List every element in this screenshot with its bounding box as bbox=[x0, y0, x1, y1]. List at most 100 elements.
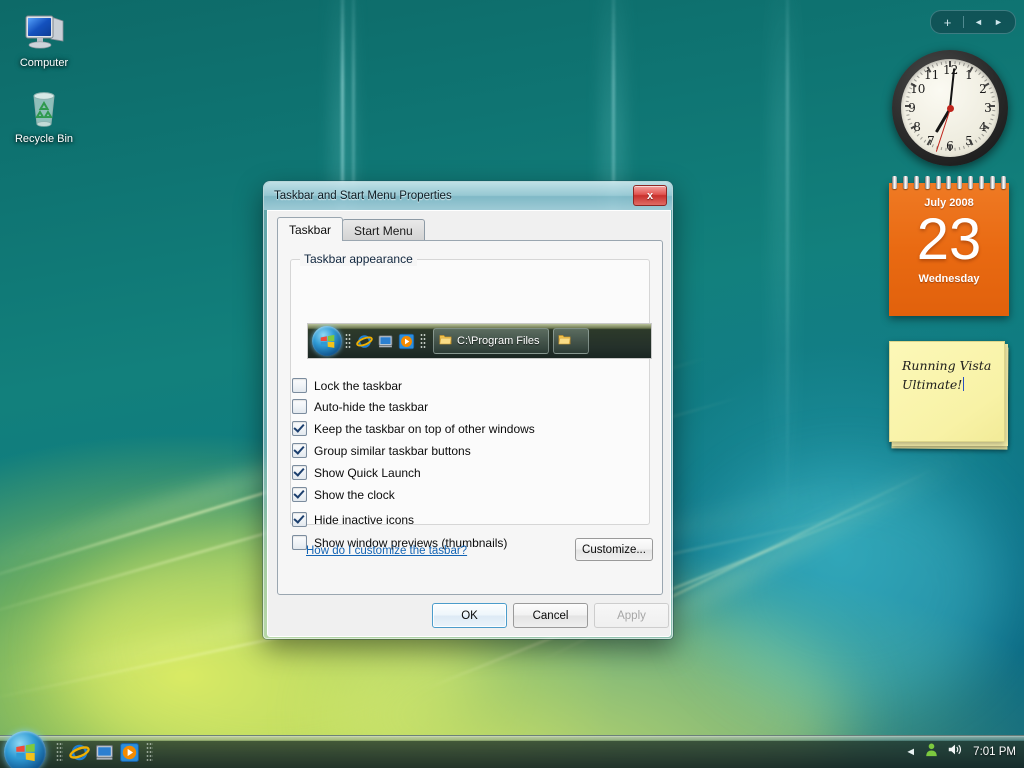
clock-tick bbox=[944, 61, 947, 65]
option-row[interactable]: Show Quick Launch bbox=[278, 465, 662, 480]
clock-tick bbox=[949, 61, 951, 67]
taskbar-grip[interactable] bbox=[146, 742, 153, 762]
calendar-ring bbox=[1001, 176, 1007, 189]
clock-tick bbox=[905, 96, 910, 98]
checkbox[interactable] bbox=[292, 535, 307, 550]
clock-tick bbox=[988, 87, 992, 90]
cancel-button[interactable]: Cancel bbox=[513, 603, 588, 628]
option-row[interactable]: Keep the taskbar on top of other windows bbox=[278, 421, 662, 436]
clock-tick bbox=[953, 61, 956, 65]
option-label: Show the clock bbox=[314, 487, 395, 502]
add-gadget-icon[interactable]: + bbox=[938, 16, 958, 29]
checkbox[interactable] bbox=[292, 399, 307, 414]
tab-start-menu[interactable]: Start Menu bbox=[342, 219, 425, 241]
option-label: Group similar taskbar buttons bbox=[314, 443, 471, 458]
text-cursor bbox=[963, 377, 965, 391]
quick-launch-bar bbox=[52, 742, 157, 763]
calendar-ring bbox=[990, 176, 996, 189]
calendar-body: July 2008 23 Wednesday bbox=[889, 183, 1009, 316]
note-paper-front[interactable]: Running Vista Ultimate! bbox=[889, 341, 1005, 442]
group-label: Taskbar appearance bbox=[300, 252, 417, 266]
wallpaper-streak bbox=[786, 0, 789, 520]
windows-media-player-icon[interactable] bbox=[119, 742, 140, 763]
user-account-icon[interactable] bbox=[924, 742, 939, 762]
divider bbox=[962, 16, 964, 28]
close-icon[interactable]: x bbox=[633, 185, 667, 206]
option-label: Lock the taskbar bbox=[314, 378, 403, 393]
option-label: Keep the taskbar on top of other windows bbox=[314, 421, 535, 436]
checkbox[interactable] bbox=[292, 421, 307, 436]
clock-numeral: 9 bbox=[908, 101, 916, 115]
checkbox[interactable] bbox=[292, 465, 307, 480]
calendar-ring bbox=[946, 176, 952, 189]
tab-taskbar[interactable]: Taskbar bbox=[277, 217, 344, 241]
desktop-icon-label: Recycle Bin bbox=[14, 133, 74, 145]
calendar-ring bbox=[979, 176, 985, 189]
clock-tick bbox=[980, 133, 984, 137]
option-row[interactable]: Hide inactive icons bbox=[278, 512, 662, 527]
checkbox[interactable] bbox=[292, 378, 307, 393]
next-gadget-icon[interactable]: ► bbox=[989, 17, 1009, 27]
calendar-ring bbox=[935, 176, 941, 189]
checkbox[interactable] bbox=[292, 487, 307, 502]
option-row[interactable]: Show the clock bbox=[278, 487, 662, 502]
clock-tick bbox=[977, 136, 981, 140]
taskbar-grip bbox=[420, 332, 426, 350]
desktop-icon-computer[interactable]: Computer bbox=[6, 8, 82, 70]
tabstrip: Taskbar Start Menu bbox=[277, 217, 425, 241]
calendar-rings bbox=[889, 176, 1009, 190]
option-row[interactable]: Lock the taskbar bbox=[278, 378, 662, 393]
clock-tick bbox=[989, 118, 993, 121]
calendar-weekday: Wednesday bbox=[918, 273, 980, 285]
clock-tick bbox=[989, 91, 993, 94]
taskbar-sheen bbox=[0, 736, 1024, 741]
show-desktop-icon[interactable] bbox=[94, 742, 115, 763]
checkbox[interactable] bbox=[292, 443, 307, 458]
ok-button[interactable]: OK bbox=[432, 603, 507, 628]
calendar-ring bbox=[913, 176, 919, 189]
note-text-area[interactable]: Running Vista Ultimate! bbox=[902, 356, 994, 394]
prev-gadget-icon[interactable]: ◄ bbox=[969, 17, 989, 27]
quick-launch-grip[interactable] bbox=[56, 742, 63, 762]
calendar-ring bbox=[902, 176, 908, 189]
calendar-gadget[interactable]: July 2008 23 Wednesday bbox=[889, 176, 1009, 316]
clock-tick bbox=[990, 114, 995, 116]
option-label: Hide inactive icons bbox=[314, 512, 415, 527]
taskbar-preview: C:\Program Files bbox=[307, 323, 652, 359]
clock-numeral: 3 bbox=[984, 101, 992, 115]
system-tray: ◄ 7:01 PM bbox=[901, 736, 1024, 768]
calendar-ring bbox=[968, 176, 974, 189]
desktop-icon-recycle-bin[interactable]: Recycle Bin bbox=[6, 84, 82, 146]
computer-icon bbox=[6, 8, 82, 54]
clock-tick bbox=[935, 63, 938, 67]
start-button[interactable] bbox=[4, 731, 46, 768]
clock-tick bbox=[977, 72, 981, 76]
calendar-day-number: 23 bbox=[916, 207, 982, 272]
internet-explorer-icon[interactable] bbox=[69, 742, 90, 763]
volume-icon[interactable] bbox=[947, 742, 963, 762]
desktop[interactable]: Computer Recycle Bin + ◄ ► 1212345678910… bbox=[0, 0, 1024, 768]
start-orb-icon bbox=[312, 326, 342, 356]
clock-gadget[interactable]: 121234567891011 bbox=[892, 50, 1008, 166]
notes-gadget[interactable]: Running Vista Ultimate! bbox=[889, 341, 1009, 450]
customize-button[interactable]: Customize... bbox=[575, 538, 653, 561]
dialog-titlebar[interactable]: Taskbar and Start Menu Properties x bbox=[264, 182, 672, 210]
taskbar[interactable]: ◄ 7:01 PM bbox=[0, 731, 1024, 768]
option-row[interactable]: Auto-hide the taskbar bbox=[278, 399, 662, 414]
checkbox[interactable] bbox=[292, 512, 307, 527]
calendar-ring bbox=[924, 176, 930, 189]
folder-icon bbox=[558, 333, 571, 349]
taskbar-properties-dialog[interactable]: Taskbar and Start Menu Properties x Task… bbox=[263, 181, 673, 639]
clock-tick bbox=[919, 72, 923, 76]
calendar-ring bbox=[957, 176, 963, 189]
calendar-ring bbox=[891, 176, 897, 189]
help-link[interactable]: How do I customize the tasbar? bbox=[306, 545, 467, 557]
tray-clock[interactable]: 7:01 PM bbox=[973, 746, 1016, 758]
tray-overflow-icon[interactable]: ◄ bbox=[905, 746, 916, 758]
option-row[interactable]: Group similar taskbar buttons bbox=[278, 443, 662, 458]
clock-tick bbox=[958, 146, 960, 151]
wallpaper-glow bbox=[700, 470, 1000, 710]
clock-tick bbox=[989, 105, 995, 107]
clock-tick bbox=[916, 133, 920, 137]
clock-tick bbox=[974, 69, 977, 73]
